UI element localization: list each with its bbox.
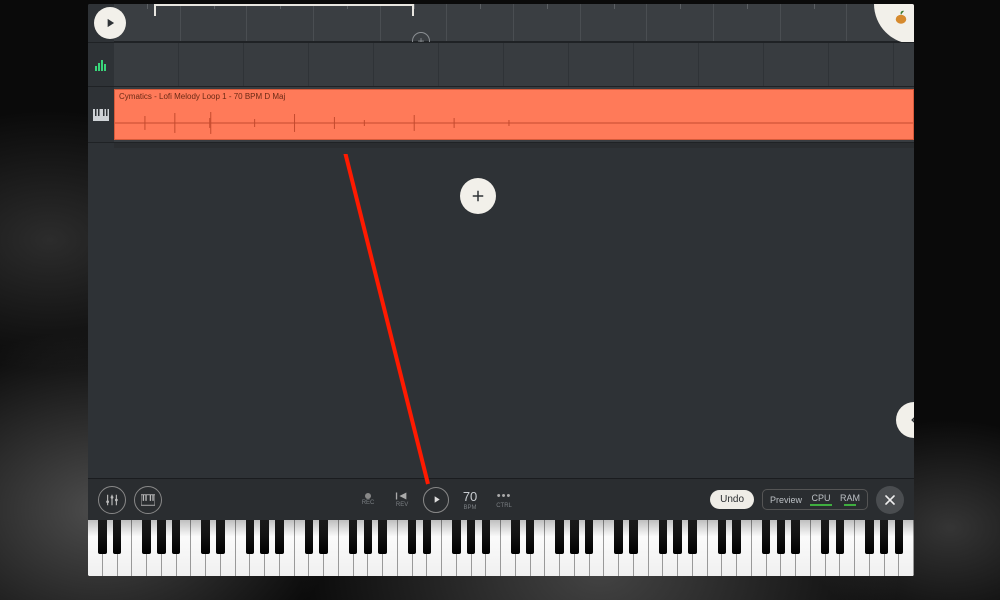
black-key[interactable] [526,520,535,554]
loop-region-start[interactable] [154,4,240,16]
black-key[interactable] [364,520,373,554]
audio-track-row: Cymatics - Lofi Melody Loop 1 - 70 BPM D… [88,86,914,142]
rewind-button[interactable]: REV [389,491,415,508]
black-key[interactable] [172,520,181,554]
black-key[interactable] [98,520,107,554]
black-key[interactable] [260,520,269,554]
mixer-button[interactable] [98,486,126,514]
black-key[interactable] [482,520,491,554]
add-track-button[interactable] [460,178,496,214]
timeline-ruler[interactable]: + [114,4,914,42]
black-key[interactable] [718,520,727,554]
automation-track-row [88,42,914,86]
audio-clip-label: Cymatics - Lofi Melody Loop 1 - 70 BPM D… [119,92,285,101]
chevron-left-icon [907,413,914,427]
play-button-top[interactable] [94,7,126,39]
black-key[interactable] [688,520,697,554]
black-key[interactable] [349,520,358,554]
black-key[interactable] [791,520,800,554]
black-key[interactable] [216,520,225,554]
keyboard-toggle-button[interactable] [134,486,162,514]
black-key[interactable] [408,520,417,554]
plus-icon [469,187,487,205]
audio-clip[interactable]: Cymatics - Lofi Melody Loop 1 - 70 BPM D… [114,89,914,140]
black-key[interactable] [452,520,461,554]
waveform-icon [115,108,913,138]
more-icon: ••• [497,490,512,502]
black-key[interactable] [570,520,579,554]
audio-track-body[interactable]: Cymatics - Lofi Melody Loop 1 - 70 BPM D… [114,86,914,142]
bottom-toolbar: REC REV 70 BPM ••• CTRL Undo Preview CPU [88,478,914,520]
bpm-value: 70 [463,489,477,504]
piano-roll-icon [93,109,109,121]
play-icon [103,16,117,30]
side-panel-expand-button[interactable] [896,402,914,438]
cpu-meter [810,504,832,506]
cpu-label: CPU [812,493,831,503]
black-key[interactable] [865,520,874,554]
keyboard-icon [141,494,155,506]
black-key[interactable] [614,520,623,554]
loop-region-end[interactable] [240,4,414,16]
black-key[interactable] [895,520,904,554]
black-key[interactable] [880,520,889,554]
black-key[interactable] [777,520,786,554]
close-button[interactable] [876,486,904,514]
automation-track-header[interactable] [88,42,114,86]
black-key[interactable] [555,520,564,554]
black-key[interactable] [157,520,166,554]
ctrl-label: CTRL [496,503,512,509]
black-key[interactable] [142,520,151,554]
preview-label: Preview [770,495,802,505]
daw-app-window: + [88,4,914,576]
black-key[interactable] [762,520,771,554]
bpm-display[interactable]: 70 BPM [457,489,483,511]
arrangement-empty-area[interactable] [88,148,914,478]
black-key[interactable] [305,520,314,554]
black-key[interactable] [201,520,210,554]
black-key[interactable] [319,520,328,554]
record-button[interactable]: REC [355,493,381,506]
timeline-row: + [88,4,914,42]
black-key[interactable] [511,520,520,554]
automation-track-body[interactable] [114,42,914,86]
undo-button[interactable]: Undo [710,490,754,509]
black-key[interactable] [821,520,830,554]
skip-back-icon [395,491,409,501]
play-button-main[interactable] [423,487,449,513]
levels-icon [94,59,108,71]
black-key[interactable] [732,520,741,554]
black-key[interactable] [836,520,845,554]
black-key[interactable] [659,520,668,554]
ram-meter [844,504,856,506]
performance-panel[interactable]: Preview CPU RAM [762,489,868,510]
black-key[interactable] [673,520,682,554]
fruit-logo-icon [892,8,910,26]
ram-label: RAM [840,493,860,503]
close-icon [884,494,896,506]
black-key[interactable] [467,520,476,554]
undo-label: Undo [720,494,744,505]
rewind-label: REV [396,502,408,508]
sliders-icon [105,493,119,507]
tracks-area: Cymatics - Lofi Melody Loop 1 - 70 BPM D… [88,42,914,148]
black-key[interactable] [275,520,284,554]
black-key[interactable] [113,520,122,554]
bpm-label: BPM [464,505,477,511]
record-label: REC [362,500,375,506]
audio-track-header[interactable] [88,86,114,142]
piano-keyboard[interactable]: // placeholder – keys generated below by… [88,520,914,576]
play-icon [431,494,442,505]
black-key[interactable] [378,520,387,554]
black-key[interactable] [423,520,432,554]
black-key[interactable] [629,520,638,554]
black-key[interactable] [246,520,255,554]
record-icon [365,493,371,499]
ctrl-menu-button[interactable]: ••• CTRL [491,490,517,509]
black-key[interactable] [585,520,594,554]
